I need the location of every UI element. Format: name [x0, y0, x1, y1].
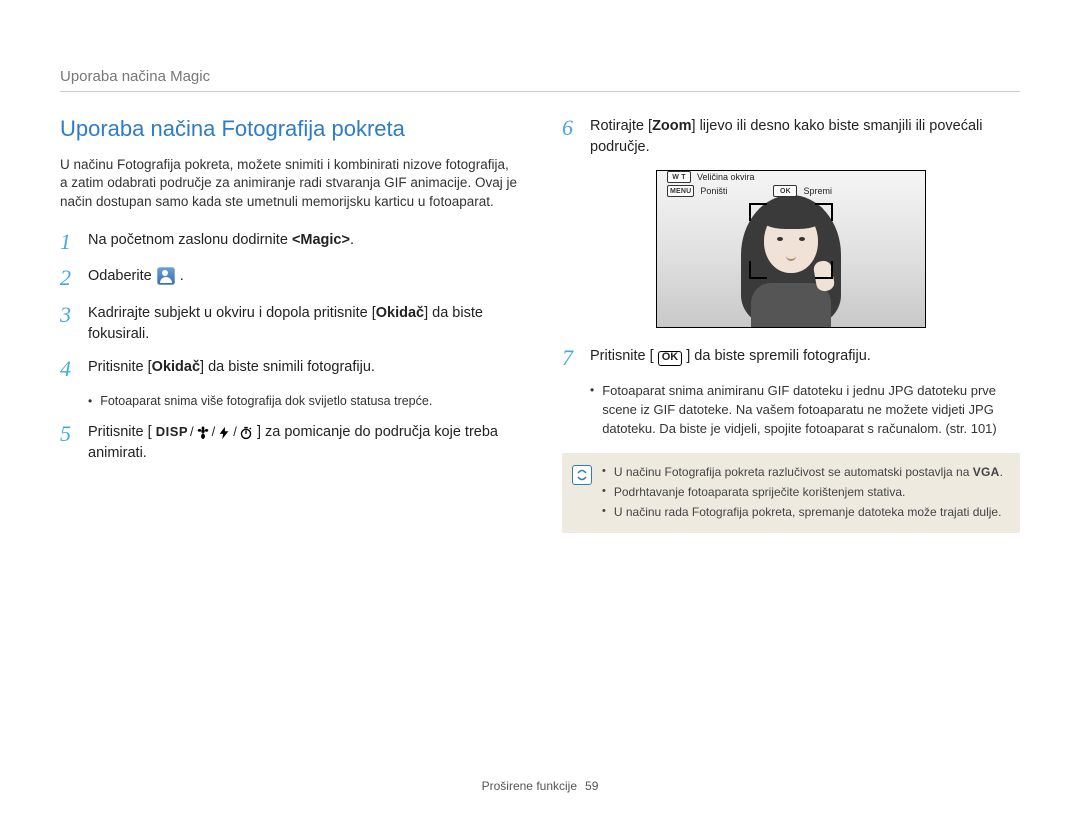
step-4-bullet: • Fotoaparat snima više fotografija dok …	[88, 393, 518, 411]
info-list: • U načinu Fotografija pokreta razlučivo…	[602, 463, 1003, 523]
info-icon	[572, 465, 592, 485]
step-number: 7	[562, 346, 590, 370]
focus-frame-icon	[749, 203, 833, 279]
step-4: 4 Pritisnite [Okidač] da biste snimili f…	[60, 357, 518, 381]
page-footer: Proširene funkcije59	[0, 779, 1080, 793]
step-text: Na početnom zaslonu dodirnite <Magic>.	[88, 230, 518, 251]
step-number: 2	[60, 266, 88, 290]
step-text: Kadrirajte subjekt u okviru i dopola pri…	[88, 303, 518, 345]
wt-key-icon: W T	[667, 171, 691, 183]
cancel-label: Poništi	[700, 186, 727, 196]
right-column: 6 Rotirajte [Zoom] lijevo ili desno kako…	[562, 116, 1020, 533]
vga-icon: VGA	[973, 465, 1000, 479]
step-7: 7 Pritisnite [ OK ] da biste spremili fo…	[562, 346, 1020, 370]
preview-image: W T Veličina okvira MENU Poništi OK Spre…	[657, 171, 925, 327]
left-column: Uporaba načina Fotografija pokreta U nač…	[60, 116, 518, 533]
timer-icon	[239, 426, 253, 440]
step-2: 2 Odaberite .	[60, 266, 518, 290]
section-title: Uporaba načina Fotografija pokreta	[60, 116, 518, 142]
disp-button-icon: DISP	[156, 423, 188, 442]
step-number: 4	[60, 357, 88, 381]
divider	[60, 91, 1020, 92]
step-text: Pritisnite [Okidač] da biste snimili fot…	[88, 357, 518, 378]
frame-size-label: W T Veličina okvira	[667, 171, 923, 183]
step-text: Odaberite .	[88, 266, 518, 287]
camera-screen-preview: W T Veličina okvira MENU Poništi OK Spre…	[656, 170, 926, 328]
step-5: 5 Pritisnite [ DISP/ / / ] za pomicanje …	[60, 422, 518, 464]
step-6: 6 Rotirajte [Zoom] lijevo ili desno kako…	[562, 116, 1020, 158]
step-3: 3 Kadrirajte subjekt u okviru i dopola p…	[60, 303, 518, 345]
info-note-box: • U načinu Fotografija pokreta razlučivo…	[562, 453, 1020, 533]
flash-icon	[217, 426, 231, 440]
screen-labels: W T Veličina okvira MENU Poništi OK Spre…	[661, 171, 925, 209]
nav-buttons-cluster: DISP/ / /	[156, 423, 253, 442]
step-1: 1 Na početnom zaslonu dodirnite <Magic>.	[60, 230, 518, 254]
ok-button-icon: OK	[658, 351, 683, 366]
step-7-bullet: •Fotoaparat snima animiranu GIF datoteku…	[590, 382, 1020, 439]
step-number: 6	[562, 116, 590, 140]
motion-photo-mode-icon	[157, 267, 175, 285]
step-number: 1	[60, 230, 88, 254]
intro-paragraph: U načinu Fotografija pokreta, možete sni…	[60, 156, 518, 213]
ok-key-icon: OK	[773, 185, 797, 197]
step-text: Rotirajte [Zoom] lijevo ili desno kako b…	[590, 116, 1020, 158]
step-text: Pritisnite [ OK ] da biste spremili foto…	[590, 346, 1020, 367]
step-text: Pritisnite [ DISP/ / / ] za pomicanje do…	[88, 422, 518, 464]
step-number: 5	[60, 422, 88, 446]
save-label: Spremi	[803, 186, 832, 196]
page-header: Uporaba načina Magic	[60, 68, 1020, 85]
menu-key-icon: MENU	[667, 185, 694, 197]
step-number: 3	[60, 303, 88, 327]
macro-icon	[196, 426, 210, 440]
